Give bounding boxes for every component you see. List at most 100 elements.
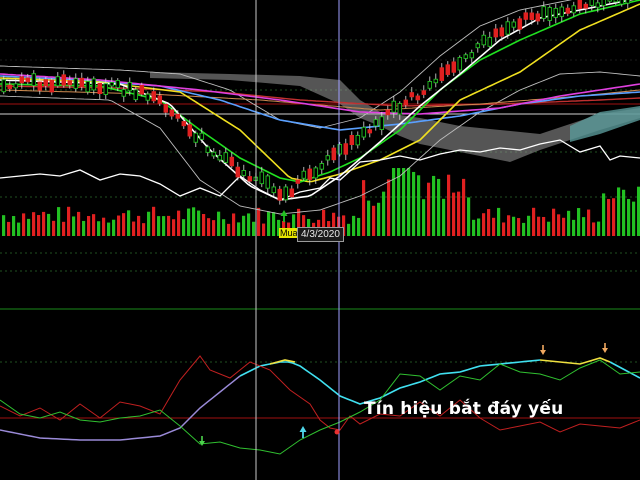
oscillator-red-line <box>0 355 640 433</box>
candle-body <box>595 2 601 8</box>
candle-body <box>403 99 409 106</box>
candle-body <box>565 7 571 14</box>
candle-body <box>379 116 385 130</box>
candle-body <box>283 186 289 201</box>
marker-label-ban-pk-1: Ban PK <box>539 446 571 457</box>
volume-bar <box>162 216 166 236</box>
candle-body <box>295 179 301 184</box>
candle-body <box>91 78 97 91</box>
volume-bar <box>272 212 276 236</box>
volume-bar <box>407 168 411 236</box>
candle-body <box>133 89 139 101</box>
candle-body <box>577 0 583 10</box>
price-oscillation-line <box>0 139 640 201</box>
volume-bar <box>542 216 546 236</box>
volume-bar <box>527 215 531 236</box>
candle-body <box>127 81 133 92</box>
buy-signal-arrow-icon <box>280 210 288 222</box>
candle-body <box>625 0 631 4</box>
volume-bar <box>2 215 6 236</box>
crosshair-date-label: 4/3/2020 <box>297 227 344 242</box>
volume-bar <box>577 208 581 236</box>
candle-body <box>289 188 295 198</box>
volume-bar <box>137 215 141 236</box>
candle-body <box>247 176 253 182</box>
candle-body <box>313 167 319 179</box>
volume-bar <box>617 187 621 236</box>
volume-bar <box>82 220 86 236</box>
candle-body <box>37 81 43 91</box>
candle-body <box>241 170 247 176</box>
candle-body <box>463 54 469 59</box>
candle-body <box>481 34 487 46</box>
volume-bar <box>167 215 171 236</box>
candle-body <box>589 0 595 6</box>
volume-bar <box>257 207 261 236</box>
volume-bar <box>247 213 251 236</box>
candle-body <box>235 166 241 178</box>
candle-body <box>397 103 403 115</box>
volume-bar <box>87 215 91 236</box>
volume-bar <box>597 221 601 236</box>
volume-bar <box>117 215 121 236</box>
candle-body <box>511 21 517 28</box>
volume-bar <box>492 217 496 236</box>
candle-body <box>217 155 223 161</box>
volume-bar <box>422 199 426 236</box>
volume-bar <box>132 221 136 236</box>
volume-bar <box>507 215 511 236</box>
candle-body <box>259 171 265 185</box>
candle-body <box>553 7 559 18</box>
volume-bar <box>412 171 416 236</box>
volume-bar <box>232 213 236 236</box>
volume-bar <box>187 208 191 236</box>
candle-body <box>547 7 553 21</box>
candle-body <box>319 163 325 170</box>
candle-body <box>229 156 235 167</box>
volume-bar <box>472 219 476 236</box>
candle-body <box>307 168 313 180</box>
volume-bar <box>217 211 221 236</box>
candle-body <box>67 80 73 86</box>
volume-bar <box>182 219 186 236</box>
volume-bar <box>192 207 196 236</box>
volume-bar <box>467 197 471 236</box>
volume-bar <box>7 221 11 236</box>
candle-body <box>343 143 349 155</box>
volume-bar <box>22 213 26 236</box>
volume-bar <box>487 209 491 236</box>
moving-average-lines <box>0 0 640 215</box>
volume-bar <box>377 202 381 236</box>
volume-bar <box>477 218 481 236</box>
candle-body <box>373 119 379 127</box>
volume-bar <box>427 182 431 236</box>
volume-bar <box>547 221 551 236</box>
candle-body <box>25 77 31 83</box>
volume-bar <box>522 222 526 236</box>
cloud-teal-area <box>570 106 640 142</box>
volume-bar <box>152 206 156 236</box>
volume-bar <box>172 219 176 236</box>
volume-bar <box>567 210 571 236</box>
candle-body <box>409 92 415 98</box>
stock-chart-window[interactable]: Mua 4/3/2020 Tín hiệu bắt đáy yếu Ban T+… <box>0 0 640 480</box>
candle-body <box>85 81 91 93</box>
volume-bar <box>12 216 16 236</box>
candle-body <box>535 13 541 22</box>
candle-body <box>199 132 205 140</box>
volume-bar <box>562 217 566 236</box>
volume-bar <box>512 216 516 236</box>
oscillator-lavender-line <box>0 375 241 441</box>
weak-bottom-signal-annotation: Tín hiệu bắt đáy yếu <box>364 399 564 419</box>
volume-bar <box>352 215 356 236</box>
volume-bar <box>52 220 56 236</box>
candle-body <box>31 73 37 87</box>
volume-bar <box>17 222 21 236</box>
candle-body <box>439 67 445 81</box>
volume-bar <box>197 210 201 236</box>
volume-bar <box>227 223 231 236</box>
candle-body <box>325 155 331 161</box>
candle-body <box>583 3 589 9</box>
candle-body <box>115 80 121 88</box>
volume-bar <box>42 211 46 236</box>
